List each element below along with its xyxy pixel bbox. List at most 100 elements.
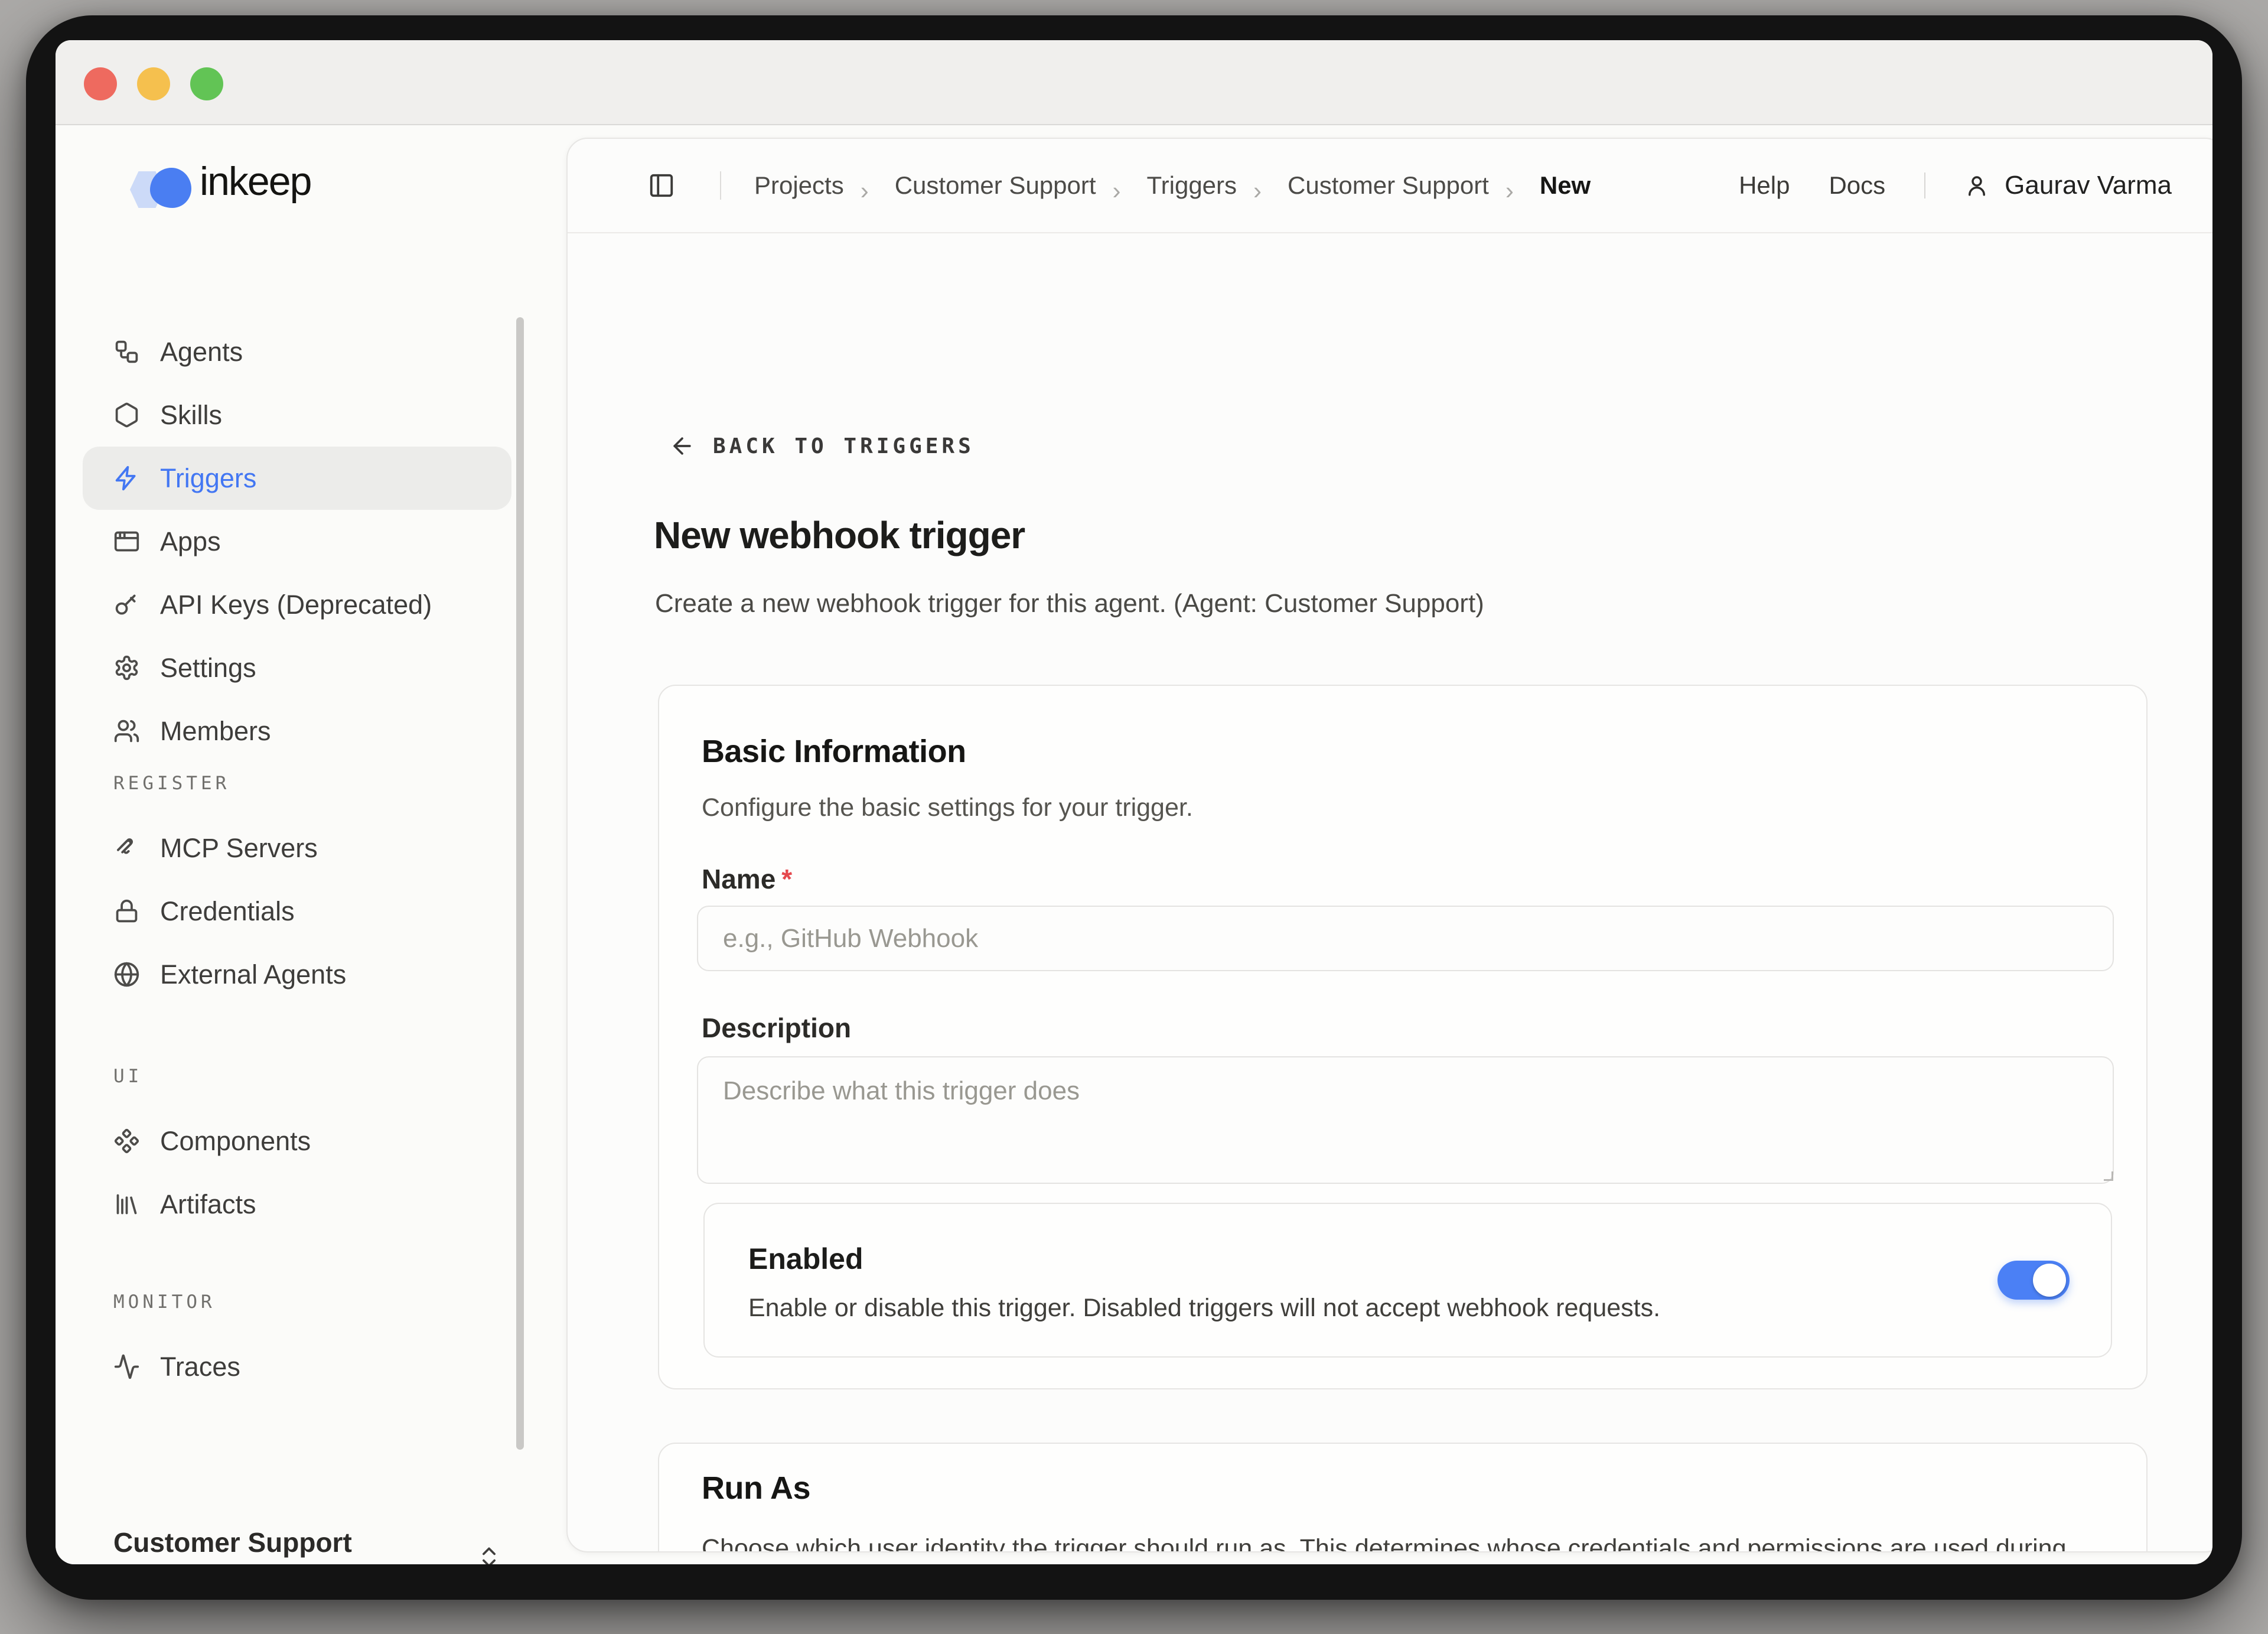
basic-information-title: Basic Information <box>702 733 966 770</box>
header-right-cluster: Help Docs Gaurav Varma <box>1739 171 2212 200</box>
chevron-right-icon: › <box>861 177 878 194</box>
sidebar-item-label: API Keys (Deprecated) <box>160 590 432 620</box>
header-divider <box>1924 172 1925 198</box>
enabled-toggle[interactable] <box>1997 1261 2070 1300</box>
sidebar-item-label: Settings <box>160 653 256 683</box>
logo-blob-icon <box>150 168 191 208</box>
sidebar-scrollbar[interactable] <box>516 317 524 1450</box>
chevron-right-icon: › <box>1113 177 1130 194</box>
sidebar-item-label: Traces <box>160 1352 240 1382</box>
sidebar-item-label: MCP Servers <box>160 833 318 864</box>
basic-information-card: Basic Information Configure the basic se… <box>658 685 2148 1389</box>
breadcrumb-new: New <box>1540 171 1591 200</box>
sidebar-item-apps[interactable]: Apps <box>83 510 511 573</box>
sidebar-item-label: External Agents <box>160 959 346 990</box>
activity-icon <box>113 1353 140 1380</box>
zoom-window-button[interactable] <box>190 67 223 100</box>
enabled-title: Enabled <box>748 1242 863 1276</box>
app-surface: inkeep Agents Skills Triggers <box>56 40 2212 1564</box>
docs-link[interactable]: Docs <box>1829 171 1885 200</box>
workflow-icon <box>113 338 140 365</box>
name-label: Name* <box>702 863 792 895</box>
back-link-label: BACK TO TRIGGERS <box>713 434 975 458</box>
screenshot-stage: inkeep Agents Skills Triggers <box>0 0 2268 1634</box>
run-as-title: Run As <box>702 1470 810 1506</box>
sidebar-item-label: Apps <box>160 526 221 557</box>
chevron-right-icon: › <box>1506 177 1523 194</box>
sidebar-item-label: Members <box>160 716 271 747</box>
sidebar-item-artifacts[interactable]: Artifacts <box>83 1173 511 1236</box>
sidebar-item-label: Components <box>160 1126 311 1157</box>
sidebar-item-external-agents[interactable]: External Agents <box>83 943 511 1006</box>
required-asterisk: * <box>781 864 792 894</box>
sidebar-item-traces[interactable]: Traces <box>83 1335 511 1398</box>
sidebar-item-label: Credentials <box>160 896 295 927</box>
main-panel: Projects › Customer Support › Triggers ›… <box>566 138 2212 1552</box>
sidebar-item-label: Artifacts <box>160 1189 256 1220</box>
breadcrumb-customer-support-agent[interactable]: Customer Support <box>1288 171 1489 200</box>
close-window-button[interactable] <box>84 67 117 100</box>
workspace-name: Customer Support <box>113 1526 491 1558</box>
sidebar-section-monitor: MONITOR <box>113 1291 216 1313</box>
sidebar-item-credentials[interactable]: Credentials <box>83 880 511 943</box>
mcp-icon <box>113 835 140 861</box>
sidebar-item-api-keys[interactable]: API Keys (Deprecated) <box>83 573 511 636</box>
user-icon <box>1964 173 1989 198</box>
help-link[interactable]: Help <box>1739 171 1790 200</box>
sidebar-nav-monitor: Traces <box>83 1335 511 1398</box>
sidebar-item-label: Agents <box>160 337 243 367</box>
header-separator <box>720 171 721 200</box>
macos-window: inkeep Agents Skills Triggers <box>26 15 2242 1600</box>
enabled-setting-box: Enabled Enable or disable this trigger. … <box>703 1203 2112 1358</box>
sidebar-nav: Agents Skills Triggers Apps <box>83 320 511 763</box>
sidebar-item-mcp-servers[interactable]: MCP Servers <box>83 816 511 880</box>
zap-icon <box>113 465 140 491</box>
description-label: Description <box>702 1012 851 1044</box>
back-to-triggers-link[interactable]: BACK TO TRIGGERS <box>669 433 975 459</box>
chevron-right-icon: › <box>1253 177 1271 194</box>
window-titlebar <box>56 40 2212 125</box>
users-icon <box>113 718 140 744</box>
page-subtitle: Create a new webhook trigger for this ag… <box>655 589 1484 619</box>
arrow-left-icon <box>669 433 695 459</box>
user-menu[interactable]: Gaurav Varma <box>1964 171 2172 200</box>
description-textarea[interactable] <box>697 1056 2114 1184</box>
run-as-description: Choose which user identity the trigger s… <box>702 1529 2113 1552</box>
sidebar-section-ui: UI <box>113 1066 142 1087</box>
page-content: BACK TO TRIGGERS New webhook trigger Cre… <box>568 235 2212 1552</box>
sidebar-nav-ui: Components Artifacts <box>83 1109 511 1236</box>
run-as-card: Run As Choose which user identity the tr… <box>658 1443 2148 1552</box>
gear-icon <box>113 655 140 681</box>
sidebar-item-components[interactable]: Components <box>83 1109 511 1173</box>
minimize-window-button[interactable] <box>137 67 170 100</box>
textarea-resize-handle[interactable] <box>2104 1171 2113 1181</box>
sidebar-item-skills[interactable]: Skills <box>83 383 511 447</box>
key-icon <box>113 591 140 618</box>
name-input[interactable] <box>697 906 2114 971</box>
breadcrumb: Projects › Customer Support › Triggers ›… <box>754 171 1591 200</box>
sidebar-section-register: REGISTER <box>113 773 230 794</box>
sidebar-item-triggers[interactable]: Triggers <box>83 447 511 510</box>
chevrons-up-down-icon <box>476 1544 502 1564</box>
sidebar-item-label: Triggers <box>160 463 256 494</box>
brand-wordmark: inkeep <box>200 158 311 204</box>
sidebar-item-members[interactable]: Members <box>83 699 511 763</box>
component-icon <box>113 1128 140 1154</box>
breadcrumb-projects[interactable]: Projects <box>754 171 844 200</box>
sidebar: inkeep Agents Skills Triggers <box>56 125 540 1564</box>
sidebar-item-agents[interactable]: Agents <box>83 320 511 383</box>
breadcrumb-header: Projects › Customer Support › Triggers ›… <box>568 139 2212 233</box>
globe-icon <box>113 961 140 988</box>
sidebar-item-label: Skills <box>160 400 222 431</box>
sidebar-item-settings[interactable]: Settings <box>83 636 511 699</box>
workspace-switcher[interactable]: Customer Support default <box>113 1526 491 1564</box>
app-window-icon <box>113 528 140 555</box>
breadcrumb-triggers[interactable]: Triggers <box>1147 171 1237 200</box>
breadcrumb-customer-support[interactable]: Customer Support <box>895 171 1096 200</box>
lock-icon <box>113 898 140 925</box>
library-icon <box>113 1191 140 1218</box>
hexagon-icon <box>113 402 140 428</box>
panel-left-toggle-icon[interactable] <box>648 172 675 199</box>
toggle-knob <box>2033 1264 2066 1297</box>
enabled-description: Enable or disable this trigger. Disabled… <box>748 1294 1660 1323</box>
